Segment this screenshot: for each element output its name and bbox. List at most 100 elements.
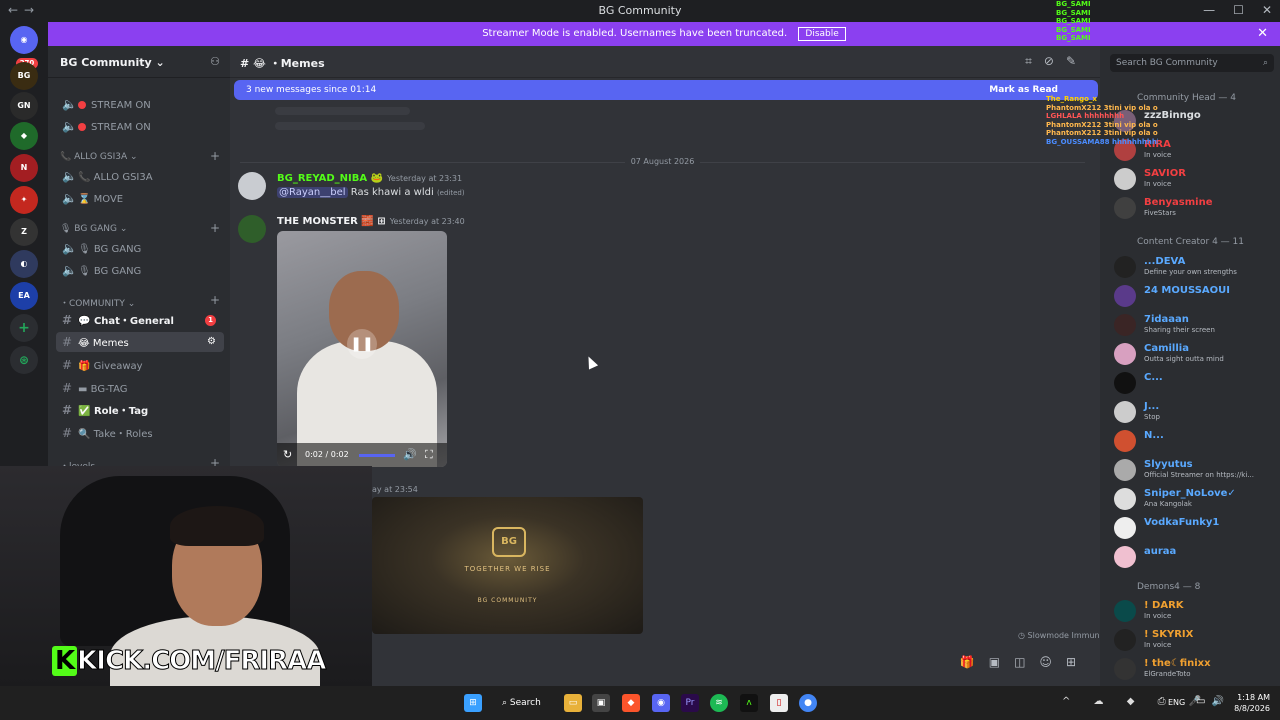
server-icon[interactable]: ◐	[10, 250, 38, 278]
hash-icon: #	[62, 381, 73, 395]
message-timestamp: Yesterday at 23:31	[387, 174, 463, 183]
server-icon[interactable]: EA	[10, 282, 38, 310]
settings-icon[interactable]: ⚙	[207, 332, 216, 352]
guild-header[interactable]: BG Community ⌄ ⚇	[48, 46, 230, 78]
close-icon[interactable]: ✕	[1262, 3, 1272, 17]
minimize-icon[interactable]: —	[1203, 3, 1215, 17]
avatar[interactable]	[238, 215, 266, 243]
edited-label: (edited)	[436, 189, 465, 197]
member-item[interactable]: 7idaaan Sharing their screen	[1112, 311, 1276, 337]
sidebar-item-take-roles[interactable]: # 🔍 Take・Roles	[56, 423, 224, 443]
volume-icon[interactable]: 🔊	[403, 443, 417, 467]
loading-placeholder	[275, 107, 410, 115]
app-icon[interactable]: ▣	[592, 694, 610, 712]
pause-icon[interactable]: ❚❚	[347, 329, 377, 359]
clock[interactable]: 1:18 AM 8/8/2026	[1234, 692, 1270, 714]
message-author[interactable]: THE MONSTER 🧱 ⊞ Yesterday at 23:40	[277, 216, 465, 227]
member-item[interactable]: ! SKYRIX In voice	[1112, 626, 1276, 652]
replay-icon[interactable]: ↻	[283, 443, 292, 467]
discord-icon[interactable]: ◉	[652, 694, 670, 712]
avatar	[1114, 256, 1136, 278]
member-item[interactable]: 24 MOUSSAOUI	[1112, 282, 1276, 308]
sidebar-item-chat-general[interactable]: # 💬 Chat・General 1	[56, 310, 224, 330]
member-item[interactable]: Slyyutus Official Streamer on https://ki.…	[1112, 456, 1276, 482]
member-item[interactable]: ! the☾finixx ElGrandeToto	[1112, 655, 1276, 681]
app-icon[interactable]: ʌ	[740, 694, 758, 712]
chrome-icon[interactable]: ●	[799, 694, 817, 712]
file-explorer-icon[interactable]: ▭	[564, 694, 582, 712]
language-indicator[interactable]: ENG	[1168, 698, 1185, 707]
message-input[interactable]: 🎁▣◫☺⊞	[372, 652, 1098, 674]
member-item[interactable]: J... Stop	[1112, 398, 1276, 424]
user-mention[interactable]: @Rayan__bel	[277, 187, 348, 198]
maximize-icon[interactable]: ☐	[1233, 3, 1244, 17]
search-icon[interactable]: ⌕	[1263, 54, 1268, 72]
close-icon[interactable]: ✕	[1257, 22, 1268, 46]
sidebar-item-giveaway[interactable]: # 🎁 Giveaway	[56, 355, 224, 375]
start-icon[interactable]: ⊞	[464, 694, 482, 712]
sidebar-item-allo[interactable]: 🔈📞 ALLO GSI3A	[56, 166, 224, 186]
server-icon[interactable]: GN	[10, 92, 38, 120]
add-channel-icon[interactable]: +	[210, 149, 220, 163]
server-icon[interactable]: ◆	[10, 122, 38, 150]
invite-icon[interactable]: ⚇	[210, 55, 220, 68]
app-icon[interactable]: ▯	[770, 694, 788, 712]
server-icon[interactable]: BG	[10, 62, 38, 90]
category-community[interactable]: ・COMMUNITY ⌄ +	[60, 293, 220, 309]
sidebar-item-role-tag[interactable]: # ✅ Role・Tag	[56, 400, 224, 420]
member-item[interactable]: VodkaFunky1	[1112, 514, 1276, 540]
window-controls[interactable]: — ☐ ✕	[1185, 3, 1272, 17]
add-server-icon[interactable]: +	[10, 314, 38, 342]
member-item[interactable]: Benyasmine FiveStars	[1112, 194, 1276, 220]
sidebar-item-bg-gang[interactable]: 🔈🎙 BG GANG	[56, 238, 224, 258]
sidebar-item-bg-gang[interactable]: 🔈🎙 BG GANG	[56, 260, 224, 280]
new-messages-bar[interactable]: 3 new messages since 01:14 Mark as Read	[234, 80, 1098, 100]
member-name: ! DARK	[1144, 600, 1184, 611]
apps-icon[interactable]: ⊞	[1066, 655, 1090, 669]
member-item[interactable]: SAVIOR In voice	[1112, 165, 1276, 191]
explore-icon[interactable]: ⊛	[10, 346, 38, 374]
add-channel-icon[interactable]: +	[210, 221, 220, 235]
member-item[interactable]: C...	[1112, 369, 1276, 395]
server-icon[interactable]: N	[10, 154, 38, 182]
avatar[interactable]	[238, 172, 266, 200]
sidebar-item-move[interactable]: 🔈⌛ MOVE	[56, 188, 224, 208]
taskbar-search[interactable]: ⌕ Search	[494, 693, 554, 713]
fullscreen-icon[interactable]: ⛶	[425, 443, 433, 467]
premiere-icon[interactable]: Pr	[681, 694, 699, 712]
category-bg-gang[interactable]: 🎙 BG GANG ⌄ +	[60, 221, 220, 235]
sidebar-item-stream-on[interactable]: 🔈 STREAM ON	[56, 94, 224, 114]
server-icon[interactable]: Z	[10, 218, 38, 246]
sidebar-item-bg-tag[interactable]: # ▬ BG-TAG	[56, 378, 224, 398]
voice-icon: 🔈	[62, 119, 77, 133]
home-button[interactable]: ◉	[10, 26, 38, 54]
brave-icon[interactable]: ◆	[622, 694, 640, 712]
spotify-icon[interactable]: ≋	[710, 694, 728, 712]
member-item[interactable]: ! DARK In voice	[1112, 597, 1276, 623]
member-item[interactable]: Sniper_NoLove✓ Ana Kangolak	[1112, 485, 1276, 511]
input-toolbar[interactable]: 🎁▣◫☺⊞	[960, 655, 1090, 669]
sidebar-item-stream-on[interactable]: 🔈 STREAM ON	[56, 116, 224, 136]
video-attachment[interactable]: ❚❚ ↻ 0:02 / 0:02 🔊 ⛶	[277, 231, 447, 467]
sidebar-item-label: STREAM ON	[91, 100, 151, 111]
message-author[interactable]: BG_REYAD_NIBA 🐸 Yesterday at 23:31	[277, 173, 462, 184]
sidebar-item-memes[interactable]: # 😂 Memes ⚙	[56, 332, 224, 352]
system-tray[interactable]: ^ ☁ ◆ ⎙ 🎤	[1062, 696, 1211, 707]
category-allo[interactable]: 📞 ALLO GSI3A ⌄ +	[60, 149, 220, 163]
member-item[interactable]: aurаа	[1112, 543, 1276, 569]
network-sound-icons[interactable]: ▭🔊	[1196, 696, 1230, 707]
channel-title: # 😂 ・Memes	[240, 57, 325, 70]
member-item[interactable]: Camillia Outta sight outta mind	[1112, 340, 1276, 366]
stream-chat-line: BG_OUSSAMA88 hhhhhhhhhh	[1046, 137, 1158, 146]
emoji-icon[interactable]: ☺	[1039, 655, 1066, 669]
sticker-icon[interactable]: ◫	[1014, 655, 1039, 669]
gif-icon[interactable]: ▣	[989, 655, 1014, 669]
member-item[interactable]: N...	[1112, 427, 1276, 453]
server-icon[interactable]: ✦	[10, 186, 38, 214]
video-progress-bar[interactable]	[359, 454, 395, 457]
image-attachment[interactable]: BG TOGETHER WE RISE BG COMMUNITY	[372, 497, 643, 634]
gift-icon[interactable]: 🎁	[960, 655, 989, 669]
disable-button[interactable]: Disable	[798, 27, 846, 41]
add-channel-icon[interactable]: +	[210, 293, 220, 307]
member-item[interactable]: ...DEVA Define your own strengths	[1112, 253, 1276, 279]
